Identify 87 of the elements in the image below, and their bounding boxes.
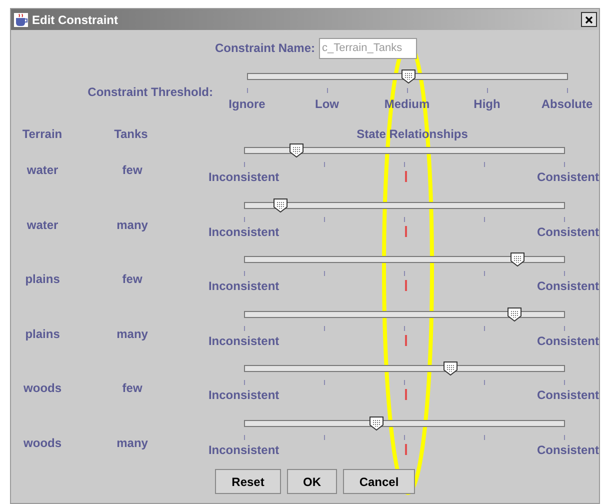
tanks-cell-text: few <box>121 162 144 177</box>
tick-mark <box>247 88 248 93</box>
scale-label: Consistent <box>536 442 599 458</box>
default-marker <box>405 444 408 454</box>
dialog-button[interactable]: Reset <box>215 469 281 494</box>
dialog-button[interactable]: Cancel <box>343 469 415 494</box>
default-marker <box>405 280 408 291</box>
tick-mark <box>327 88 328 93</box>
slider-thumb[interactable] <box>507 306 522 322</box>
tick-mark <box>244 271 246 276</box>
column-header: Terrain <box>21 126 64 141</box>
scale-label: Inconsistent <box>208 169 280 186</box>
scale-label: Consistent <box>536 169 599 186</box>
tick-mark <box>324 380 326 385</box>
tick-mark <box>244 326 246 330</box>
scale-label: Consistent <box>536 224 599 240</box>
scale-label: Low <box>315 96 339 113</box>
tick-mark <box>324 434 326 440</box>
slider-thumb[interactable] <box>510 252 526 267</box>
tick-mark <box>484 326 486 330</box>
tanks-cell-text: few <box>121 380 144 395</box>
tick-mark <box>324 162 326 167</box>
tick-mark <box>404 434 406 440</box>
tick-mark <box>404 162 406 167</box>
tick-mark <box>564 162 566 167</box>
slider-thumb[interactable] <box>369 416 384 430</box>
scale-label: High <box>474 96 500 113</box>
default-marker <box>405 171 408 182</box>
terrain-cell-text: woods <box>22 380 63 395</box>
slider-thumb[interactable] <box>400 69 416 84</box>
tanks-cell-text: many <box>116 434 149 450</box>
terrain-cell-text: water <box>26 216 60 232</box>
cup-icon <box>13 12 29 28</box>
default-marker <box>405 226 408 236</box>
tick-mark <box>404 216 406 222</box>
tick-mark <box>564 380 566 385</box>
scale-label: Absolute <box>541 96 593 113</box>
scale-label: Inconsistent <box>208 332 280 350</box>
tick-mark <box>567 88 568 93</box>
slider-thumb[interactable] <box>442 361 458 376</box>
tick-mark <box>484 271 486 276</box>
scale-label: Ignore <box>228 96 266 113</box>
tick-mark <box>484 380 486 385</box>
tick-mark <box>484 216 486 222</box>
tick-mark <box>564 326 566 330</box>
column-header: Tanks <box>113 126 149 141</box>
scale-label: Consistent <box>536 332 599 350</box>
dialog-button[interactable]: OK <box>287 469 337 494</box>
tick-mark <box>404 380 406 385</box>
close-button[interactable] <box>581 12 597 27</box>
tick-mark <box>244 162 246 167</box>
tick-mark <box>487 88 488 93</box>
terrain-cell-text: plains <box>24 271 61 286</box>
tick-mark <box>484 434 486 440</box>
default-marker <box>405 389 408 400</box>
window-title: Edit Constraint <box>32 12 118 28</box>
tick-mark <box>404 326 406 330</box>
scale-label: Inconsistent <box>208 387 280 404</box>
tick-mark <box>404 271 406 276</box>
terrain-cell-text: woods <box>22 434 63 450</box>
tick-mark <box>484 162 486 167</box>
scale-label: Consistent <box>536 387 599 404</box>
tick-mark <box>564 216 566 222</box>
tanks-cell-text: few <box>121 271 144 286</box>
tick-mark <box>244 380 246 385</box>
tick-mark <box>324 271 326 276</box>
scale-label: Inconsistent <box>208 278 280 295</box>
default-marker <box>405 334 408 346</box>
tick-mark <box>324 216 326 222</box>
tanks-cell-text: many <box>116 216 149 232</box>
field-label: Constraint Threshold: <box>86 84 213 101</box>
scale-label: Inconsistent <box>208 224 280 240</box>
tick-mark <box>324 326 326 330</box>
terrain-cell-text: plains <box>24 326 61 340</box>
tick-mark <box>564 434 566 440</box>
tick-mark <box>564 271 566 276</box>
field-label: Constraint Name: <box>214 40 316 57</box>
scale-label: Consistent <box>536 278 599 295</box>
terrain-cell-text: water <box>26 162 60 177</box>
tick-mark <box>407 88 408 93</box>
scale-label: Inconsistent <box>208 442 280 458</box>
close-icon <box>585 16 593 24</box>
slider-thumb[interactable] <box>272 198 288 212</box>
tanks-cell-text: many <box>116 326 149 340</box>
slider-thumb[interactable] <box>288 143 304 158</box>
tick-mark <box>244 434 246 440</box>
tick-mark <box>244 216 246 222</box>
